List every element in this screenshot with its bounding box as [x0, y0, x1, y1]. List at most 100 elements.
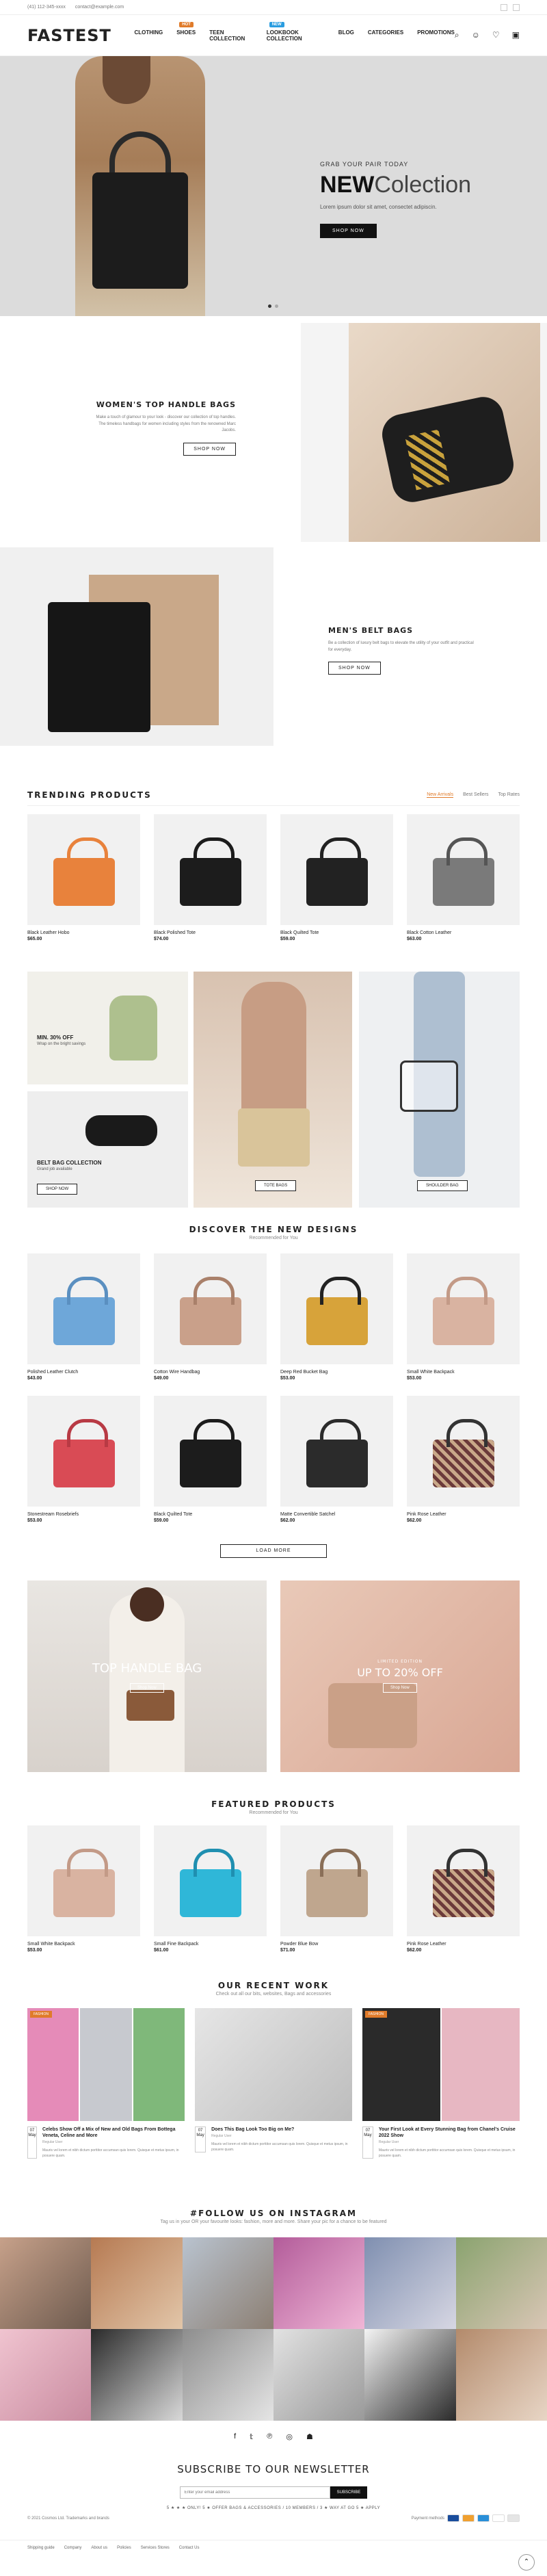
product-image[interactable]: [407, 1396, 520, 1507]
instagram-photo[interactable]: [273, 2329, 365, 2421]
post-image[interactable]: FASHION: [362, 2008, 520, 2121]
instagram-photo[interactable]: [0, 2329, 92, 2421]
product-image[interactable]: [407, 814, 520, 925]
product-name[interactable]: Polished Leather Clutch: [27, 1370, 140, 1375]
footer-link[interactable]: Services Stores: [141, 2546, 170, 2550]
language-select[interactable]: [501, 3, 507, 11]
product-name[interactable]: Black Quilted Tote: [154, 1512, 267, 1517]
nav-item-lookbook[interactable]: NEW Lookbook Collection: [267, 21, 325, 42]
footer-link[interactable]: Shipping guide: [27, 2546, 55, 2550]
product-card[interactable]: Pink Rose Leather $62.00: [407, 1396, 520, 1523]
post-image[interactable]: [195, 2008, 352, 2121]
product-image[interactable]: [280, 1825, 393, 1936]
heart-icon[interactable]: ♡: [492, 30, 500, 40]
product-card[interactable]: Small White Backpack $53.00: [407, 1253, 520, 1381]
product-card[interactable]: Black Leather Hobo $65.00: [27, 814, 140, 941]
twitter-icon[interactable]: 𝕥: [250, 2432, 253, 2441]
product-image[interactable]: [280, 1396, 393, 1507]
product-image[interactable]: [154, 814, 267, 925]
product-card[interactable]: Deep Red Bucket Bag $53.00: [280, 1253, 393, 1381]
product-name[interactable]: Pink Rose Leather: [407, 1512, 520, 1517]
product-card[interactable]: Stonestream Rosebriefs $53.00: [27, 1396, 140, 1523]
slider-dot[interactable]: [268, 304, 271, 308]
blog-post[interactable]: FASHION 07 May Your First Look at Every S…: [362, 2008, 520, 2159]
product-name[interactable]: Cotton Wire Handbag: [154, 1370, 267, 1375]
instagram-photo[interactable]: [364, 2237, 456, 2329]
logo[interactable]: FASTEST: [27, 26, 124, 45]
user-icon[interactable]: ☺: [472, 30, 480, 40]
promo-shop-button[interactable]: Shop Now: [183, 442, 236, 456]
instagram-photo[interactable]: [182, 2329, 274, 2421]
footer-link[interactable]: About us: [91, 2546, 107, 2550]
product-card[interactable]: Black Cotton Leather $63.00: [407, 814, 520, 941]
nav-item-clothing[interactable]: Clothing: [134, 29, 163, 42]
blog-post[interactable]: FASHION 07 May Celebs Show Off a Mix of N…: [27, 2008, 185, 2159]
post-title[interactable]: Does This Bag Look Too Big on Me?: [211, 2126, 352, 2133]
pinterest-icon[interactable]: ℗: [267, 2432, 272, 2441]
nav-item-promotions[interactable]: Promotions: [417, 29, 455, 42]
slider-dot[interactable]: [275, 304, 278, 308]
product-name[interactable]: Black Leather Hobo: [27, 931, 140, 935]
tab-top-rates[interactable]: Top Rates: [498, 792, 520, 798]
banner-shop-button[interactable]: Shop Now: [383, 1683, 417, 1693]
footer-link[interactable]: Policies: [117, 2546, 131, 2550]
product-card[interactable]: Black Quilted Tote $59.00: [154, 1396, 267, 1523]
banner-sale[interactable]: LIMITED EDITION UP TO 20% OFF Shop Now: [280, 1580, 520, 1772]
instagram-photo[interactable]: [455, 2237, 547, 2329]
load-more-button[interactable]: Load More: [220, 1544, 327, 1558]
subscribe-button[interactable]: Subscribe: [330, 2486, 368, 2499]
product-image[interactable]: [407, 1253, 520, 1364]
instagram-photo[interactable]: [182, 2237, 274, 2329]
email-field[interactable]: [179, 2486, 330, 2499]
product-card[interactable]: Black Quilted Tote $59.00: [280, 814, 393, 941]
product-image[interactable]: [27, 1396, 140, 1507]
facebook-icon[interactable]: f: [234, 2432, 236, 2441]
product-image[interactable]: [280, 1253, 393, 1364]
tile-sale[interactable]: MIN. 30% OFF Wrap on the bright savings: [27, 972, 188, 1084]
hero-shop-button[interactable]: Shop Now: [320, 224, 377, 238]
instagram-photo[interactable]: [364, 2329, 456, 2421]
currency-select[interactable]: [513, 3, 520, 11]
product-card[interactable]: Small White Backpack $53.00: [27, 1825, 140, 1953]
product-name[interactable]: Matte Convertible Satchel: [280, 1512, 393, 1517]
product-name[interactable]: Black Cotton Leather: [407, 931, 520, 935]
instagram-photo[interactable]: [91, 2237, 183, 2329]
search-icon[interactable]: ⌕: [455, 30, 459, 40]
product-image[interactable]: [154, 1396, 267, 1507]
tile-shop-button[interactable]: Shoulder Bag: [417, 1180, 468, 1191]
nav-item-shoes[interactable]: HOT Shoes: [176, 21, 196, 42]
blog-post[interactable]: 07 May Does This Bag Look Too Big on Me? …: [195, 2008, 352, 2159]
product-name[interactable]: Small Fine Backpack: [154, 1942, 267, 1947]
product-name[interactable]: Pink Rose Leather: [407, 1942, 520, 1947]
nav-item-blog[interactable]: Blog: [338, 29, 354, 42]
post-title[interactable]: Celebs Show Off a Mix of New and Old Bag…: [42, 2126, 185, 2139]
post-title[interactable]: Your First Look at Every Stunning Bag fr…: [379, 2126, 520, 2139]
promo-shop-button[interactable]: Shop Now: [328, 662, 381, 675]
snapchat-icon[interactable]: ☗: [306, 2432, 313, 2441]
footer-link[interactable]: Company: [64, 2546, 82, 2550]
product-image[interactable]: [154, 1253, 267, 1364]
product-name[interactable]: Small White Backpack: [27, 1942, 140, 1947]
product-name[interactable]: Deep Red Bucket Bag: [280, 1370, 393, 1375]
product-card[interactable]: Small Fine Backpack $61.00: [154, 1825, 267, 1953]
scroll-to-top-icon[interactable]: ⌃: [518, 2554, 535, 2571]
instagram-photo[interactable]: [91, 2329, 183, 2421]
product-image[interactable]: [27, 814, 140, 925]
product-image[interactable]: [407, 1825, 520, 1936]
post-image[interactable]: FASHION: [27, 2008, 185, 2121]
nav-item-categories[interactable]: Categories: [368, 29, 403, 42]
tile-belt-bag[interactable]: BELT BAG COLLECTION Grand job available S…: [27, 1091, 188, 1208]
product-card[interactable]: Powder Blue Bow $71.00: [280, 1825, 393, 1953]
tile-shop-button[interactable]: Tote Bags: [255, 1180, 297, 1191]
footer-link[interactable]: Contact Us: [179, 2546, 200, 2550]
product-card[interactable]: Pink Rose Leather $62.00: [407, 1825, 520, 1953]
product-card[interactable]: Cotton Wire Handbag $49.00: [154, 1253, 267, 1381]
banner-shop-button[interactable]: Shop Now: [130, 1683, 164, 1693]
tab-new-arrivals[interactable]: New Arrivals: [427, 792, 454, 798]
product-image[interactable]: [27, 1253, 140, 1364]
cart-icon[interactable]: ▣: [512, 30, 520, 40]
instagram-photo[interactable]: [455, 2329, 547, 2421]
tile-tote-bags[interactable]: Tote Bags: [194, 972, 352, 1208]
product-name[interactable]: Black Polished Tote: [154, 931, 267, 935]
product-name[interactable]: Powder Blue Bow: [280, 1942, 393, 1947]
